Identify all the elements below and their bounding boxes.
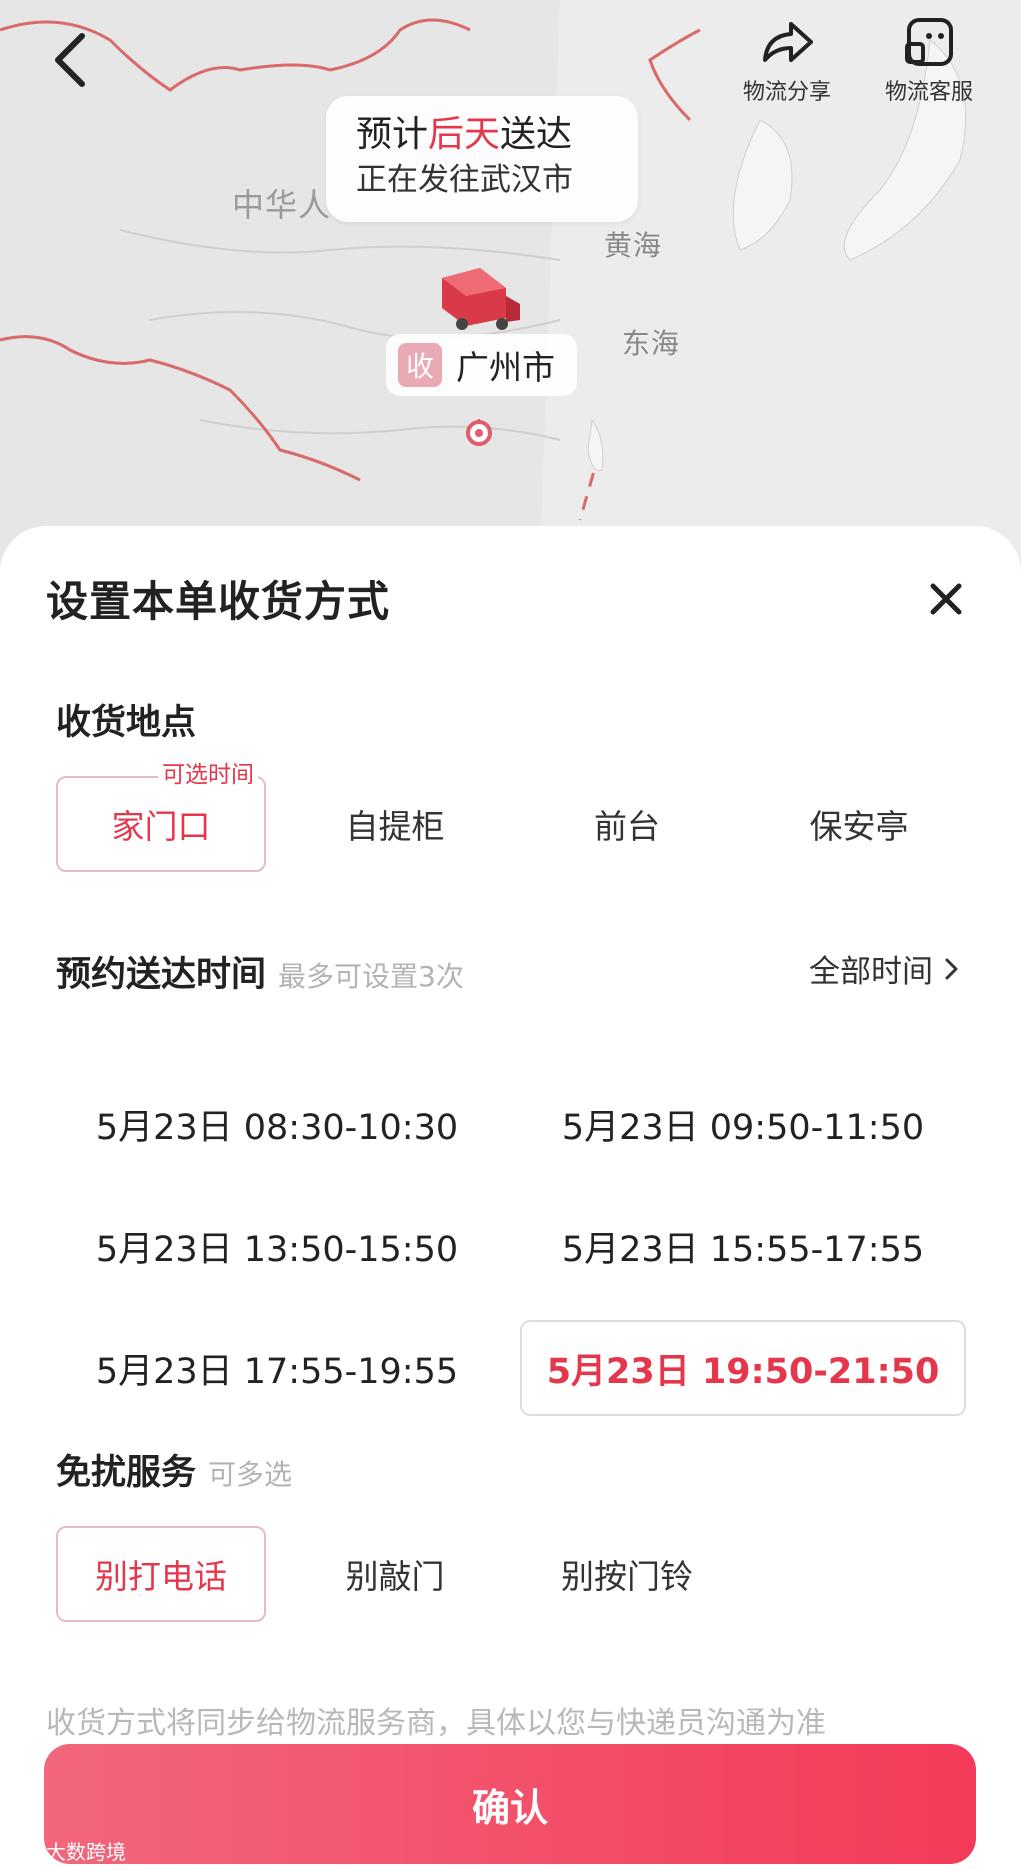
eta-prefix: 预计 — [356, 114, 429, 155]
time-title: 预约送达时间 — [56, 955, 267, 995]
nodisturb-hint: 可多选 — [208, 1458, 293, 1491]
nodisturb-option-no-call[interactable]: 别打电话 — [56, 1526, 266, 1622]
option-label: 前台 — [594, 807, 660, 846]
logistics-service-button[interactable]: 物流客服 — [874, 14, 984, 106]
chevron-right-icon — [945, 958, 958, 979]
time-slot-label: 5月23日 19:50-21:50 — [546, 1351, 940, 1392]
time-slot-label: 5月23日 13:50-15:50 — [95, 1229, 459, 1270]
location-option-locker[interactable]: 自提柜 — [290, 776, 500, 872]
logistics-map[interactable]: 中华人 黄海 东海 物流分享 物流客服 预计后天送达 正在发往武汉市 收 广州市 — [0, 0, 1021, 560]
watermark-logo-icon — [9, 1843, 35, 1858]
option-label: 别打电话 — [95, 1557, 227, 1596]
logistics-share-label: 物流分享 — [742, 80, 831, 105]
option-label: 家门口 — [111, 807, 211, 846]
time-slot[interactable]: 5月23日 08:30-10:30 — [54, 1076, 500, 1172]
logistics-service-label: 物流客服 — [884, 80, 973, 105]
nodisturb-section-title: 免扰服务 可多选 — [56, 1444, 292, 1495]
origin-city-marker: 收 广州市 — [386, 334, 577, 396]
time-slot[interactable]: 5月23日 15:55-17:55 — [520, 1198, 966, 1294]
option-label: 别按门铃 — [561, 1557, 693, 1596]
watermark-text: 大数跨境 — [46, 1840, 126, 1864]
location-option-doorstep[interactable]: 可选时间 家门口 — [56, 762, 266, 872]
time-slot[interactable]: 5月23日 09:50-11:50 — [520, 1076, 966, 1172]
eta-suffix: 送达 — [500, 114, 573, 155]
watermark: 大数跨境 — [8, 1836, 126, 1865]
location-option-front-desk[interactable]: 前台 — [522, 776, 732, 872]
option-label: 保安亭 — [809, 807, 909, 846]
close-icon[interactable] — [929, 582, 963, 616]
option-label: 别敲门 — [345, 1557, 445, 1596]
time-slot-label: 5月23日 08:30-10:30 — [95, 1107, 459, 1148]
eta-status: 正在发往武汉市 — [356, 162, 573, 198]
nodisturb-option-no-knock[interactable]: 别敲门 — [290, 1526, 500, 1622]
time-slot-label: 5月23日 09:50-11:50 — [561, 1107, 925, 1148]
time-slot[interactable]: 5月23日 17:55-19:55 — [54, 1320, 500, 1416]
truck-icon — [442, 268, 520, 330]
map-label-east-sea: 东海 — [622, 327, 681, 360]
option-badge: 可选时间 — [158, 762, 258, 788]
time-slot[interactable]: 5月23日 13:50-15:50 — [54, 1198, 500, 1294]
origin-tag: 收 — [398, 343, 442, 387]
delivery-method-sheet: 设置本单收货方式 收货地点 可选时间 家门口 自提柜 前台 保安亭 预约送达时间… — [0, 526, 1021, 1870]
all-times-label: 全部时间 — [809, 954, 933, 990]
chevron-left-icon — [55, 33, 85, 87]
option-label: 自提柜 — [345, 807, 445, 846]
eta-highlight: 后天 — [428, 114, 501, 155]
sheet-title: 设置本单收货方式 — [46, 577, 391, 626]
map-label-country: 中华人 — [232, 186, 332, 224]
time-section-title: 预约送达时间 最多可设置3次 — [56, 946, 464, 997]
confirm-button[interactable]: 确认 — [44, 1744, 976, 1864]
nodisturb-option-no-doorbell[interactable]: 别按门铃 — [522, 1526, 732, 1622]
eta-headline: 预计后天送达 — [356, 112, 608, 158]
eta-bubble: 预计后天送达 正在发往武汉市 — [326, 96, 638, 222]
location-section-title: 收货地点 — [56, 703, 197, 743]
nodisturb-title: 免扰服务 — [56, 1453, 197, 1493]
time-slot-label: 5月23日 17:55-19:55 — [95, 1351, 459, 1392]
customer-service-icon — [905, 18, 953, 66]
share-arrow-icon — [763, 22, 813, 62]
time-slot-selected[interactable]: 5月23日 19:50-21:50 — [520, 1320, 966, 1416]
all-times-link[interactable]: 全部时间 — [809, 946, 963, 991]
back-button[interactable] — [46, 28, 96, 92]
location-pin-icon — [466, 418, 492, 446]
time-slot-label: 5月23日 15:55-17:55 — [561, 1229, 925, 1270]
map-label-yellow-sea: 黄海 — [604, 229, 663, 262]
logistics-share-button[interactable]: 物流分享 — [732, 14, 842, 106]
sync-note: 收货方式将同步给物流服务商，具体以您与快递员沟通为准 — [46, 1706, 826, 1741]
origin-city-label: 广州市 — [456, 348, 555, 387]
time-hint: 最多可设置3次 — [278, 960, 464, 993]
location-option-guard-booth[interactable]: 保安亭 — [754, 776, 964, 872]
